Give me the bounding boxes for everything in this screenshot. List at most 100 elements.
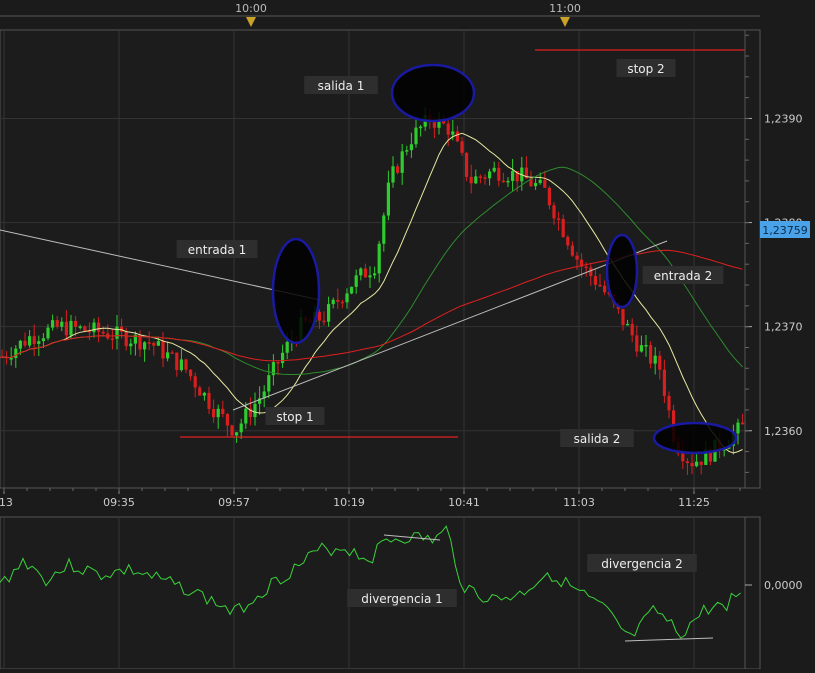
candle-body xyxy=(419,126,423,129)
candle-body xyxy=(9,358,13,360)
candle-body xyxy=(741,422,745,425)
time-marker-label: 10:00 xyxy=(235,2,267,15)
candle-body xyxy=(455,131,459,142)
candle-body xyxy=(147,342,151,344)
candle-body xyxy=(405,150,409,152)
candle-body xyxy=(593,276,597,285)
candle-body xyxy=(690,463,694,467)
candle-body xyxy=(345,293,349,303)
candle-body xyxy=(566,236,570,246)
candle-body xyxy=(317,311,321,321)
candle-body xyxy=(382,215,386,244)
candle-body xyxy=(83,326,87,331)
candle-body xyxy=(552,205,556,219)
candle-body xyxy=(235,432,239,436)
candle-body xyxy=(207,392,211,409)
candle-body xyxy=(483,177,487,179)
candle-body xyxy=(446,123,450,135)
annotation-label: stop 1 xyxy=(276,410,313,424)
candle-body xyxy=(626,323,630,326)
candle-body xyxy=(101,331,105,334)
candle-body xyxy=(685,461,689,464)
candle-body xyxy=(69,320,73,336)
candle-body xyxy=(350,286,354,294)
highlight-ellipse xyxy=(652,421,738,455)
candle-body xyxy=(603,285,607,293)
x-tick-label: 10:19 xyxy=(333,496,365,509)
candle-body xyxy=(561,219,565,237)
candle-body xyxy=(695,461,699,467)
candle-body xyxy=(662,369,666,396)
x-tick-label: 11:25 xyxy=(678,496,710,509)
candle-body xyxy=(74,320,78,327)
candle-body xyxy=(322,320,326,323)
highlight-ellipse xyxy=(390,63,476,123)
candle-body xyxy=(543,179,547,188)
candle-body xyxy=(97,322,101,332)
oscillator-zero-label: 0,0000 xyxy=(764,579,803,592)
candle-body xyxy=(589,267,593,277)
candle-body xyxy=(46,327,50,339)
candle-body xyxy=(221,408,225,414)
candle-body xyxy=(359,268,363,276)
candle-body xyxy=(575,255,579,260)
candle-body xyxy=(64,321,68,336)
candle-body xyxy=(547,187,551,206)
candle-body xyxy=(681,453,685,462)
candle-body xyxy=(170,352,174,354)
x-tick-label: :13 xyxy=(0,496,13,509)
x-tick-label: 09:35 xyxy=(103,496,135,509)
annotation-label: salida 2 xyxy=(574,432,621,446)
candle-body xyxy=(391,166,395,183)
candle-body xyxy=(584,266,588,269)
candle-body xyxy=(212,408,216,418)
candle-body xyxy=(41,338,45,342)
candle-body xyxy=(557,218,561,220)
candle-body xyxy=(281,352,285,364)
candle-body xyxy=(143,342,147,350)
candle-body xyxy=(414,127,418,145)
candle-body xyxy=(193,376,197,388)
candle-body xyxy=(621,308,625,325)
candle-body xyxy=(189,369,193,377)
y-tick-label: 1,2390 xyxy=(764,112,803,125)
candle-body xyxy=(14,348,18,359)
candle-body xyxy=(354,275,358,287)
candle-body xyxy=(658,355,662,370)
candle-body xyxy=(396,166,400,173)
candle-body xyxy=(156,341,160,346)
candle-body xyxy=(635,335,639,352)
candle-body xyxy=(492,167,496,172)
candle-body xyxy=(644,344,648,347)
candle-body xyxy=(18,340,22,349)
candle-body xyxy=(667,395,671,411)
candle-body xyxy=(92,322,96,333)
candle-body xyxy=(451,131,455,135)
candle-body xyxy=(465,152,469,177)
candle-body xyxy=(216,408,220,418)
candle-body xyxy=(736,422,740,434)
candle-body xyxy=(161,341,165,359)
candle-body xyxy=(166,352,170,359)
candle-body xyxy=(60,321,64,327)
candle-body xyxy=(51,320,55,328)
highlight-ellipse xyxy=(271,237,321,345)
candle-body xyxy=(179,359,183,371)
candle-body xyxy=(253,403,257,418)
candle-body xyxy=(267,375,271,392)
candle-body xyxy=(432,121,436,128)
candle-body xyxy=(474,176,478,184)
candle-body xyxy=(409,144,413,151)
candle-body xyxy=(124,331,128,347)
candle-body xyxy=(110,338,114,340)
candle-body xyxy=(55,320,59,327)
annotation-label: stop 2 xyxy=(627,62,664,76)
candle-body xyxy=(598,284,602,287)
candle-body xyxy=(331,299,335,305)
candle-body xyxy=(175,352,179,371)
x-tick-label: 11:03 xyxy=(563,496,595,509)
x-tick-label: 09:57 xyxy=(218,496,250,509)
time-marker-label: 11:00 xyxy=(549,2,581,15)
candle-body xyxy=(501,180,505,183)
current-price-label: 1,23759 xyxy=(762,224,808,237)
